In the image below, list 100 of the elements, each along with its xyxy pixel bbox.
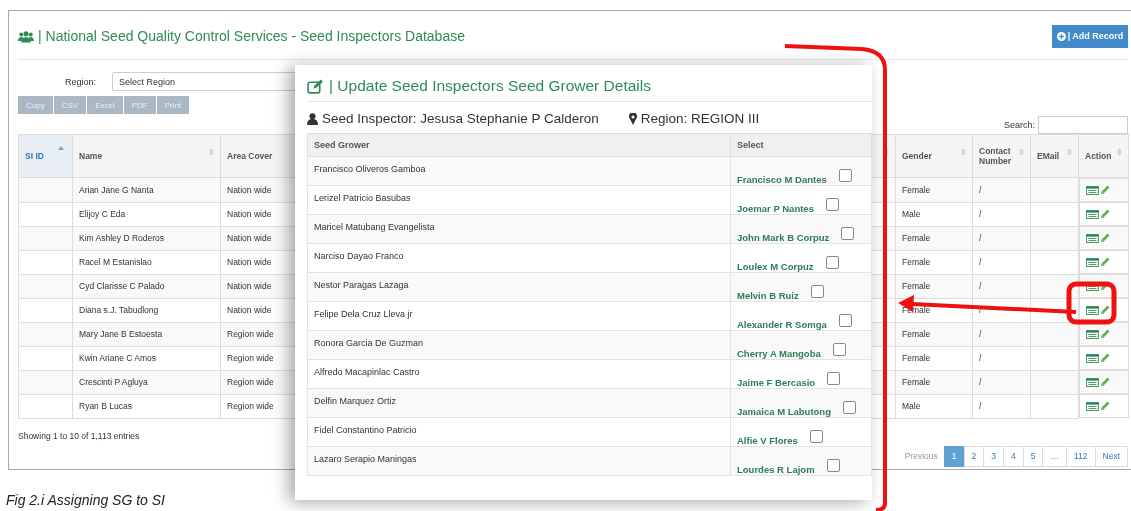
table-cell: / [972, 394, 1031, 418]
list-icon[interactable] [1086, 377, 1099, 387]
list-icon[interactable] [1086, 209, 1099, 219]
list-icon[interactable] [1086, 257, 1099, 267]
pencil-icon[interactable] [1100, 305, 1110, 315]
grower-name: Cherry A Mangoba [737, 348, 821, 359]
table-cell: Kwin Ariane C Amos [72, 346, 221, 370]
table-cell: Kim Ashley D Roderos [72, 226, 221, 250]
table-cell: Mary Jane B Estoesta [72, 322, 221, 346]
region-label: Region: [65, 76, 98, 87]
add-record-button[interactable]: | Add Record [1052, 24, 1128, 48]
pencil-icon[interactable] [1100, 353, 1110, 363]
grower-name: Francisco M Dantes [737, 174, 827, 185]
grower-name: Jamaica M Labutong [737, 406, 831, 417]
table-cell: Arian Jane G Nanta [72, 177, 221, 202]
list-icon[interactable] [1086, 329, 1099, 339]
page-button[interactable]: 112 [1065, 445, 1096, 467]
table-cell: Lazaro Serapio Maningas [307, 446, 731, 476]
grower-name: Loulex M Corpuz [737, 261, 814, 272]
table-cell: Cyd Clarisse C Palado [72, 274, 221, 298]
grower-name: Jaime F Bercasio [737, 377, 816, 388]
sort-icon [1067, 148, 1072, 156]
table-cell: Ryan B Lucas [72, 394, 221, 418]
table-cell: Female [895, 250, 973, 274]
list-icon[interactable] [1086, 305, 1099, 315]
checkbox[interactable] [826, 459, 840, 472]
column-header[interactable]: Name [72, 134, 221, 178]
user-icon [307, 112, 318, 125]
grower-name: Joemar P Nantes [737, 203, 814, 214]
table-cell: Lerizel Patricio Basubas [307, 185, 731, 215]
table-cell: Elijoy C Eda [72, 202, 221, 226]
grower-name: John Mark B Corpuz [737, 232, 830, 243]
checkbox[interactable] [838, 169, 852, 182]
table-cell: Narciso Dayao Franco [307, 243, 731, 273]
sort-icon [1117, 148, 1122, 156]
checkbox[interactable] [838, 314, 852, 327]
list-icon[interactable] [1086, 353, 1099, 363]
table-cell: Delfin Marquez Ortiz [307, 388, 731, 418]
entries-info: Showing 1 to 10 of 1,113 entries [18, 430, 140, 441]
column-header[interactable]: EMail [1030, 134, 1079, 178]
edit-icon [307, 78, 324, 94]
sort-icon [961, 148, 966, 156]
next-page-button[interactable]: Next [1094, 445, 1128, 467]
pencil-icon[interactable] [1100, 329, 1110, 339]
table-cell: Alfredo Macapinlac Castro [307, 359, 731, 389]
pencil-icon[interactable] [1100, 377, 1110, 387]
checkbox[interactable] [842, 401, 856, 414]
highlight-box [1066, 281, 1117, 325]
page-button[interactable]: … [1042, 445, 1067, 467]
pencil-icon[interactable] [1100, 185, 1110, 195]
checkbox[interactable] [827, 372, 841, 385]
search-field[interactable] [1038, 115, 1128, 134]
column-header[interactable]: SI ID [18, 134, 73, 178]
table-cell: / [972, 202, 1031, 226]
region-info: Region: REGION III [640, 111, 760, 126]
column-header: Seed Grower [307, 133, 731, 157]
page-button[interactable]: 4 [1003, 445, 1024, 467]
column-header[interactable]: Gender [895, 134, 973, 178]
search-label: Search: [1003, 119, 1035, 130]
table-cell: Ronora Garcia De Guzman [307, 330, 731, 360]
checkbox[interactable] [832, 343, 846, 356]
sort-icon [209, 148, 214, 156]
checkbox[interactable] [810, 285, 824, 298]
map-marker-icon [628, 112, 637, 125]
list-icon[interactable] [1086, 185, 1099, 195]
pencil-icon[interactable] [1100, 233, 1110, 243]
table-cell: Male [895, 202, 973, 226]
grower-name: Lourdes R Lajom [737, 464, 815, 475]
checkbox[interactable] [825, 198, 839, 211]
checkbox[interactable] [809, 430, 823, 443]
inspector-label: Seed Inspector: Jesusa Stephanie P Calderon [322, 111, 599, 126]
table-cell: Male [895, 394, 973, 418]
users-icon [18, 29, 34, 43]
table-cell: / [972, 250, 1031, 274]
page-button[interactable]: 1 [943, 445, 965, 467]
grower-name: Melvin B Ruiz [737, 290, 799, 301]
page-title: | National Seed Quality Control Services - Seed Inspectors Database [38, 28, 465, 44]
pencil-icon[interactable] [1100, 209, 1110, 219]
figure-caption: Fig 2.i Assigning SG to SI [6, 492, 165, 508]
checkbox[interactable] [841, 227, 855, 240]
column-header[interactable]: Action [1078, 134, 1129, 178]
list-icon[interactable] [1086, 401, 1099, 411]
table-cell: Crescinti P Agluya [72, 370, 221, 394]
list-icon[interactable] [1086, 233, 1099, 243]
table-cell: Nestor Paragas Lazaga [307, 272, 731, 302]
table-cell: Racel M Estanislao [72, 250, 221, 274]
pencil-icon[interactable] [1100, 257, 1110, 267]
sort-ascending-icon [58, 146, 64, 150]
page-button[interactable]: 3 [983, 445, 1004, 467]
column-header: Select [730, 133, 872, 157]
pencil-icon[interactable] [1100, 401, 1110, 411]
grower-name: Alfie V Flores [737, 435, 798, 446]
table-cell: Diana s.J. Tabudlong [72, 298, 221, 322]
plus-circle-icon [1056, 31, 1066, 41]
table-cell: Fidel Constantino Patricio [307, 417, 731, 447]
column-header[interactable]: Contact Number [972, 134, 1031, 178]
checkbox[interactable] [825, 256, 839, 269]
table-cell: Felipe Dela Cruz Lleva jr [307, 301, 731, 331]
table-cell: / [972, 346, 1031, 370]
table-cell: Female [895, 346, 973, 370]
